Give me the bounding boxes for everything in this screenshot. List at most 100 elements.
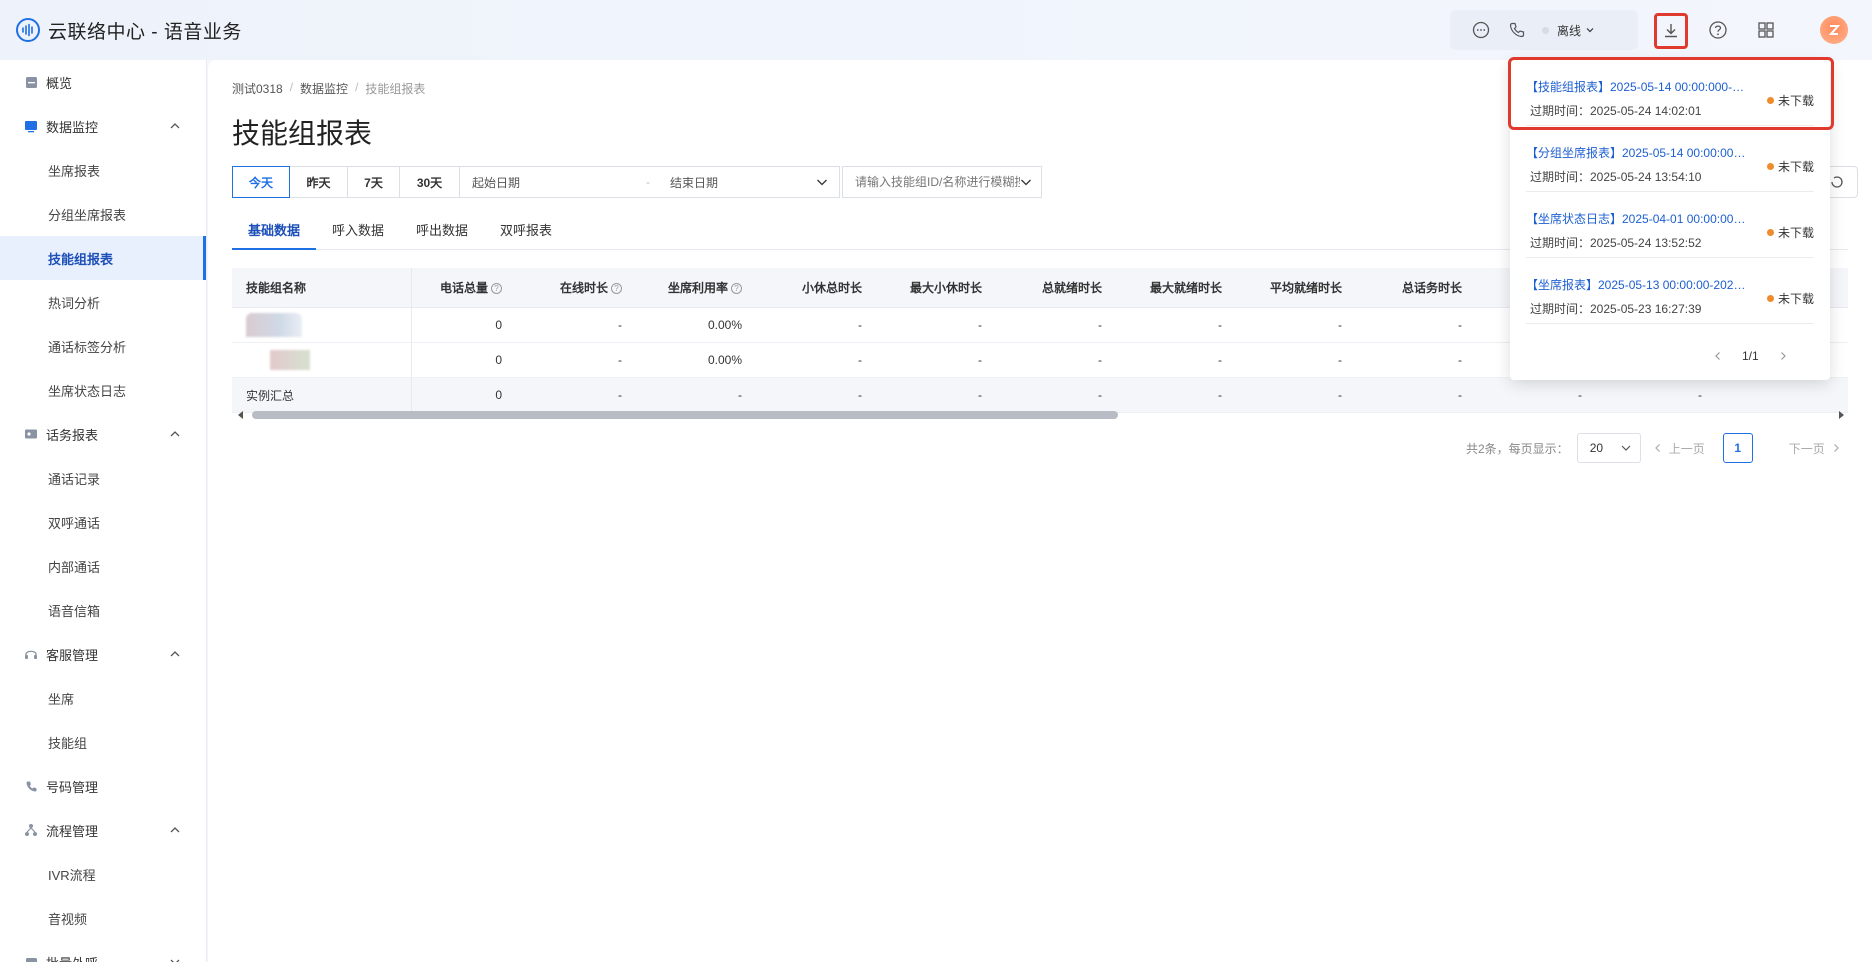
table-horizontal-scrollbar[interactable]: [232, 409, 1848, 419]
sidebar-item-agent-status-log[interactable]: 坐席状态日志: [0, 368, 206, 412]
pagination: 共2条，每页显示： 20 上一页 1 下一页: [1466, 432, 1841, 464]
table-cell: 0.00%: [707, 353, 742, 367]
tab-outbound-data[interactable]: 呼出数据: [400, 216, 484, 250]
table-cell: -: [1338, 353, 1342, 367]
end-date-placeholder[interactable]: 结束日期: [670, 174, 718, 191]
table-cell: -: [1098, 353, 1102, 367]
sidebar-item-agent-report[interactable]: 坐席报表: [0, 148, 206, 192]
sidebar-item-dual-call[interactable]: 双呼通话: [0, 500, 206, 544]
column-header: 坐席利用率?: [636, 279, 756, 296]
help-icon[interactable]: ?: [491, 283, 502, 294]
skill-group-search[interactable]: [842, 166, 1042, 198]
tab-dual-call-report[interactable]: 双呼报表: [484, 216, 568, 250]
sidebar-item-group-agent-report[interactable]: 分组坐席报表: [0, 192, 206, 236]
sidebar-item-skill-group-report[interactable]: 技能组报表: [0, 236, 206, 280]
table-cell: -: [1458, 318, 1462, 332]
sidebar-group-batch-outbound[interactable]: 批量外呼: [0, 940, 206, 962]
sidebar-label: 数据监控: [46, 119, 99, 135]
scrollbar-thumb[interactable]: [252, 411, 1118, 419]
download-item-title[interactable]: 【坐席状态日志】2025-04-01 00:00:000-2025-04-30 …: [1526, 210, 1750, 227]
quick-filter-30days[interactable]: 30天: [400, 166, 460, 198]
breadcrumb-current: 技能组报表: [365, 82, 426, 96]
chevron-right-icon[interactable]: [1775, 348, 1791, 364]
sidebar-item-voicemail[interactable]: 语音信箱: [0, 588, 206, 632]
date-range-picker[interactable]: 起始日期 - 结束日期: [460, 166, 840, 198]
download-item-title[interactable]: 【坐席报表】2025-05-13 00:00:00-2025-05-13 23:…: [1526, 276, 1750, 293]
sidebar-group-data-monitor[interactable]: 数据监控: [0, 104, 206, 148]
sidebar-item-hot-word-analysis[interactable]: 热词分析: [0, 280, 206, 324]
sidebar-item-agents[interactable]: 坐席: [0, 676, 206, 720]
download-item[interactable]: 【技能组报表】2025-05-14 00:00:000-2025-05-14 2…: [1526, 60, 1814, 126]
column-header: 小休总时长: [801, 281, 862, 295]
download-status-label: 未下载: [1777, 292, 1814, 306]
refresh-button[interactable]: [1826, 166, 1858, 198]
table-cell: -: [1458, 353, 1462, 367]
sidebar-label: 话务报表: [46, 427, 99, 443]
download-item[interactable]: 【坐席状态日志】2025-04-01 00:00:000-2025-04-30 …: [1526, 192, 1814, 258]
sidebar-item-audio-video[interactable]: 音视频: [0, 896, 206, 940]
quick-filter-yesterday[interactable]: 昨天: [290, 166, 348, 198]
download-item-expire: 过期时间：2025-05-23 16:27:39: [1530, 302, 1702, 316]
sidebar-group-number-management[interactable]: 号码管理: [0, 764, 206, 808]
table-cell: -: [1218, 353, 1222, 367]
help-button[interactable]: [1702, 14, 1734, 46]
sidebar-label: 客服管理: [46, 647, 99, 663]
apps-button[interactable]: [1750, 14, 1782, 46]
download-item-title[interactable]: 【分组坐席报表】2025-05-14 00:00:000-2025-05-14 …: [1526, 144, 1750, 161]
column-header: 技能组名称: [232, 268, 412, 307]
table-cell: -: [858, 388, 862, 402]
user-avatar[interactable]: [1820, 16, 1848, 44]
voice-wave-logo-icon: [16, 18, 40, 42]
scroll-left-icon[interactable]: [236, 410, 246, 420]
chevron-left-icon[interactable]: [1710, 348, 1726, 364]
download-item-title[interactable]: 【技能组报表】2025-05-14 00:00:000-2025-05-14 2…: [1526, 78, 1750, 95]
chat-icon[interactable]: [1470, 19, 1492, 41]
sidebar-item-overview[interactable]: 概览: [0, 60, 206, 104]
breadcrumb-item[interactable]: 测试0318: [232, 80, 283, 97]
agent-status-dropdown[interactable]: 离线: [1542, 22, 1595, 39]
scroll-right-icon[interactable]: [1836, 410, 1846, 420]
tab-inbound-data[interactable]: 呼入数据: [316, 216, 400, 250]
sidebar-item-call-records[interactable]: 通话记录: [0, 456, 206, 500]
quick-filter-today[interactable]: 今天: [232, 166, 290, 198]
phone-icon[interactable]: [1506, 19, 1528, 41]
sidebar-group-traffic-report[interactable]: 话务报表: [0, 412, 206, 456]
download-item-expire: 过期时间：2025-05-24 13:52:52: [1530, 236, 1702, 250]
next-page-button[interactable]: 下一页: [1789, 440, 1841, 457]
skill-group-search-input[interactable]: [855, 175, 1020, 189]
pending-dot: [1766, 295, 1774, 302]
breadcrumb-item[interactable]: 数据监控: [300, 80, 348, 97]
page-size-select[interactable]: 20: [1576, 433, 1641, 463]
column-header-label: 在线时长: [559, 281, 608, 295]
table-cell: 0: [495, 388, 502, 402]
help-icon[interactable]: ?: [611, 283, 622, 294]
download-item[interactable]: 【坐席报表】2025-05-13 00:00:00-2025-05-13 23:…: [1526, 258, 1814, 324]
pagination-total: 共2条，每页显示：: [1466, 441, 1569, 456]
sidebar-item-skill-groups[interactable]: 技能组: [0, 720, 206, 764]
page-size-value: 20: [1589, 441, 1604, 455]
page-number-button[interactable]: 1: [1722, 433, 1753, 463]
table-cell: 0: [495, 353, 502, 367]
chevron-left-icon: [1654, 444, 1660, 452]
sidebar-group-flow-management[interactable]: 流程管理: [0, 808, 206, 852]
table-cell: -: [618, 388, 622, 402]
prev-page-button[interactable]: 上一页: [1653, 440, 1705, 457]
prev-page-label: 上一页: [1668, 441, 1705, 456]
sidebar-item-call-tag-analysis[interactable]: 通话标签分析: [0, 324, 206, 368]
sidebar-group-customer-service[interactable]: 客服管理: [0, 632, 206, 676]
sidebar-item-internal-call[interactable]: 内部通话: [0, 544, 206, 588]
app-title: 云联络中心 - 语音业务: [48, 21, 242, 43]
download-item[interactable]: 【分组坐席报表】2025-05-14 00:00:000-2025-05-14 …: [1526, 126, 1814, 192]
column-header: 平均就绪时长: [1269, 281, 1342, 295]
start-date-placeholder[interactable]: 起始日期: [472, 174, 520, 191]
quick-filter-7days[interactable]: 7天: [348, 166, 400, 198]
download-center-button[interactable]: [1654, 13, 1688, 49]
table-cell: -: [1098, 388, 1102, 402]
sidebar-item-ivr-flow[interactable]: IVR流程: [0, 852, 206, 896]
download-status-label: 未下载: [1777, 226, 1814, 240]
tab-basic-data[interactable]: 基础数据: [232, 216, 317, 250]
sidebar-label: 批量外呼: [46, 953, 98, 962]
table-cell: -: [1338, 318, 1342, 332]
table-cell: 0.00%: [707, 318, 742, 332]
help-icon[interactable]: ?: [731, 283, 742, 294]
